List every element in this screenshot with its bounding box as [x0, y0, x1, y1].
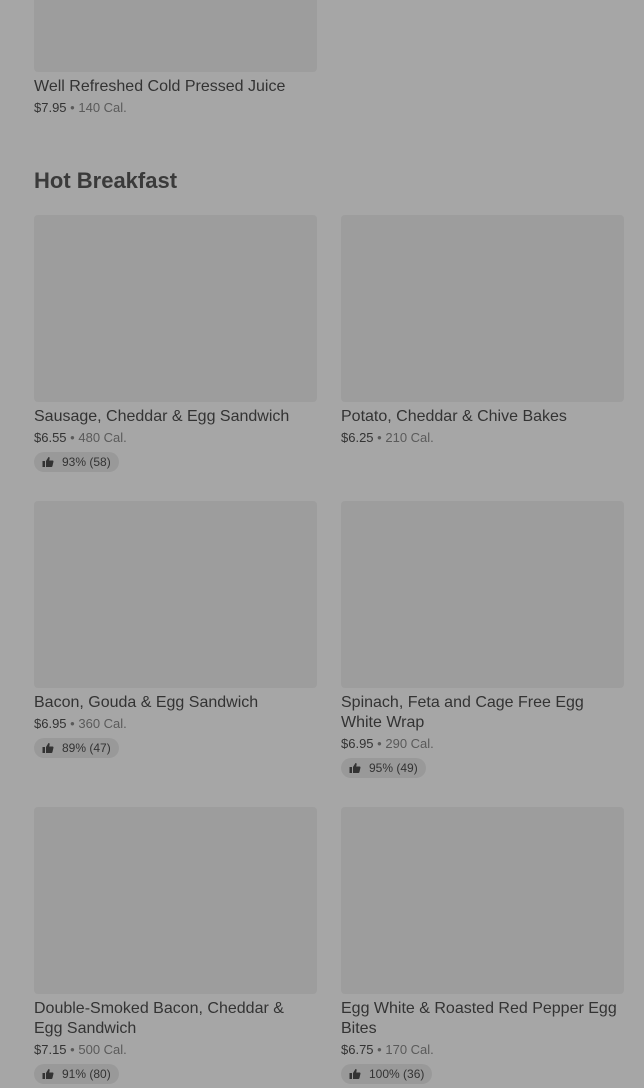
- meta-separator: •: [377, 736, 382, 751]
- rating-text: 91% (80): [62, 1067, 111, 1081]
- menu-page: Well Refreshed Cold Pressed Juice $7.95 …: [0, 0, 644, 1088]
- item-name[interactable]: Potato, Cheddar & Chive Bakes: [341, 407, 625, 427]
- menu-item-card[interactable]: Sausage, Cheddar & Egg Sandwich $6.55 • …: [34, 215, 318, 473]
- item-name[interactable]: Bacon, Gouda & Egg Sandwich: [34, 693, 318, 713]
- section-title: Hot Breakfast: [34, 168, 178, 193]
- item-calories: 290 Cal.: [385, 736, 434, 751]
- rating-text: 95% (49): [369, 761, 418, 775]
- item-image[interactable]: [341, 215, 624, 402]
- item-price: $7.15: [34, 1042, 67, 1057]
- meta-separator: •: [377, 1042, 382, 1057]
- thumbs-up-icon: [42, 456, 54, 467]
- item-image[interactable]: [34, 0, 317, 72]
- meta-separator: •: [70, 430, 75, 445]
- rating-text: 89% (47): [62, 741, 111, 755]
- item-calories: 360 Cal.: [78, 716, 127, 731]
- item-meta: $6.75 • 170 Cal.: [341, 1042, 625, 1058]
- rating-text: 100% (36): [369, 1067, 425, 1081]
- item-meta: $6.25 • 210 Cal.: [341, 430, 625, 446]
- rating-badge: 93% (58): [34, 452, 119, 472]
- meta-separator: •: [70, 1042, 75, 1057]
- item-price: $6.95: [341, 736, 374, 751]
- item-calories: 210 Cal.: [385, 430, 434, 445]
- menu-item-card[interactable]: Spinach, Feta and Cage Free Egg White Wr…: [341, 501, 625, 779]
- item-name[interactable]: Double-Smoked Bacon, Cheddar & Egg Sandw…: [34, 999, 318, 1039]
- item-name[interactable]: Well Refreshed Cold Pressed Juice: [34, 77, 318, 97]
- meta-separator: •: [70, 100, 75, 115]
- item-calories: 480 Cal.: [78, 430, 127, 445]
- item-meta: $6.55 • 480 Cal.: [34, 430, 318, 446]
- rating-badge: 89% (47): [34, 738, 119, 758]
- item-calories: 140 Cal.: [78, 100, 127, 115]
- item-image[interactable]: [34, 807, 317, 994]
- thumbs-up-icon: [42, 1068, 54, 1079]
- item-price: $7.95: [34, 100, 67, 115]
- rating-badge: 91% (80): [34, 1064, 119, 1084]
- thumbs-up-icon: [349, 1068, 361, 1079]
- rating-text: 93% (58): [62, 455, 111, 469]
- item-price: $6.95: [34, 716, 67, 731]
- item-price: $6.75: [341, 1042, 374, 1057]
- item-name[interactable]: Spinach, Feta and Cage Free Egg White Wr…: [341, 693, 625, 733]
- item-meta: $7.15 • 500 Cal.: [34, 1042, 318, 1058]
- menu-item-card[interactable]: Bacon, Gouda & Egg Sandwich $6.95 • 360 …: [34, 501, 318, 759]
- thumbs-up-icon: [42, 742, 54, 753]
- item-name[interactable]: Egg White & Roasted Red Pepper Egg Bites: [341, 999, 625, 1039]
- item-meta: $6.95 • 360 Cal.: [34, 716, 318, 732]
- rating-badge: 100% (36): [341, 1064, 433, 1084]
- item-details: Well Refreshed Cold Pressed Juice $7.95 …: [34, 72, 318, 116]
- item-name[interactable]: Sausage, Cheddar & Egg Sandwich: [34, 407, 318, 427]
- item-image[interactable]: [341, 807, 624, 994]
- item-meta: $7.95 • 140 Cal.: [34, 100, 318, 116]
- item-calories: 170 Cal.: [385, 1042, 434, 1057]
- item-image[interactable]: [34, 501, 317, 688]
- menu-item-card[interactable]: Potato, Cheddar & Chive Bakes $6.25 • 21…: [341, 215, 625, 446]
- meta-separator: •: [70, 716, 75, 731]
- item-calories: 500 Cal.: [78, 1042, 127, 1057]
- menu-item-card[interactable]: Double-Smoked Bacon, Cheddar & Egg Sandw…: [34, 807, 318, 1085]
- item-price: $6.25: [341, 430, 374, 445]
- item-image[interactable]: [34, 215, 317, 402]
- meta-separator: •: [377, 430, 382, 445]
- item-meta: $6.95 • 290 Cal.: [341, 736, 625, 752]
- thumbs-up-icon: [349, 762, 361, 773]
- item-image[interactable]: [341, 501, 624, 688]
- rating-badge: 95% (49): [341, 758, 426, 778]
- item-price: $6.55: [34, 430, 67, 445]
- menu-item-card[interactable]: Egg White & Roasted Red Pepper Egg Bites…: [341, 807, 625, 1085]
